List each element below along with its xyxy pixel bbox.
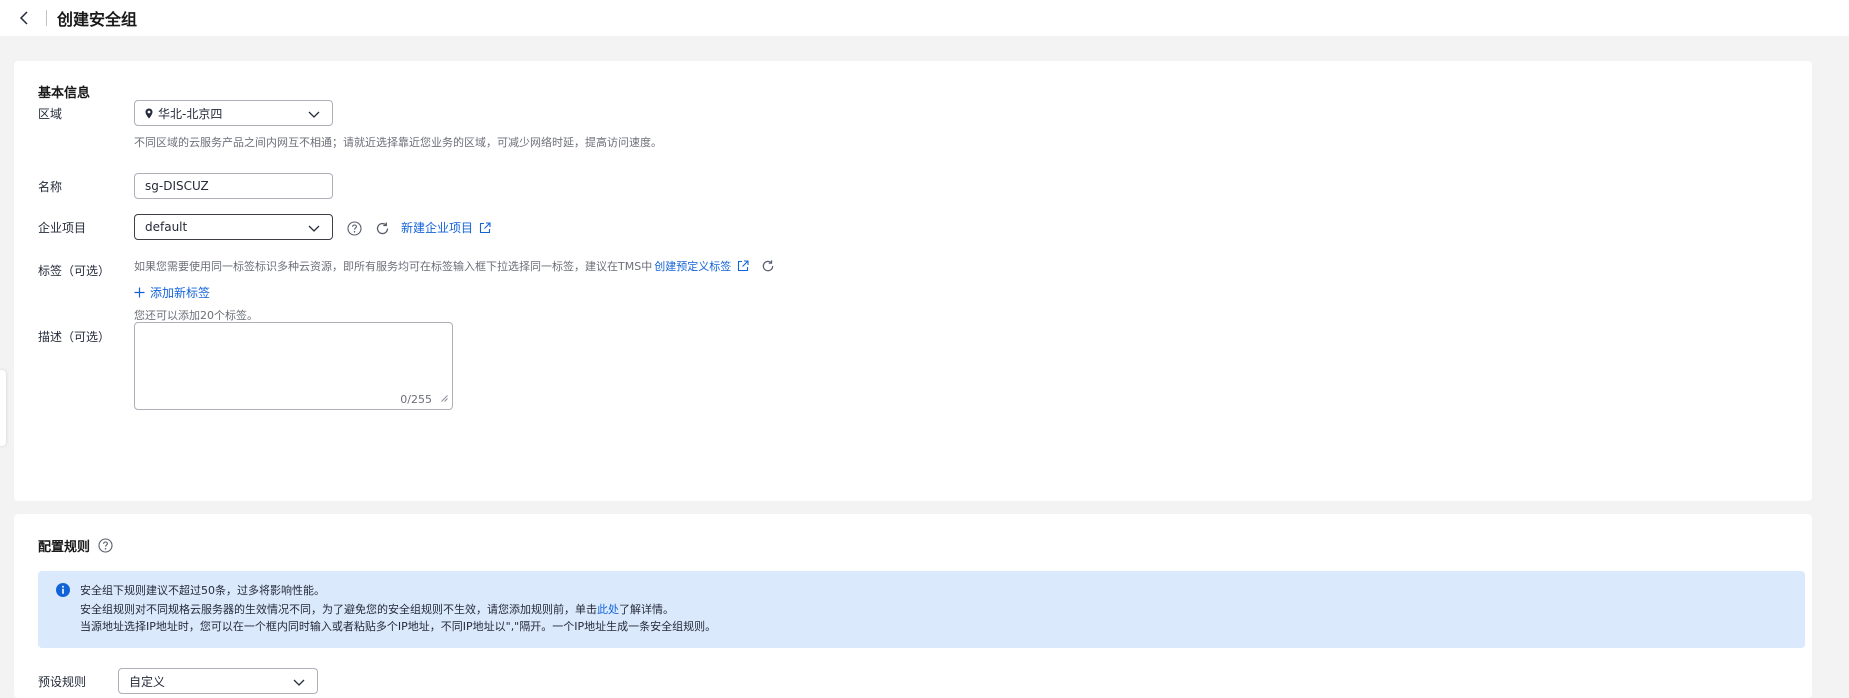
tags-hint: 如果您需要使用同一标签标识多种云资源，即所有服务均可在标签输入框下拉选择同一标签… [134,260,653,273]
name-input[interactable]: sg-DISCUZ [134,173,333,199]
basic-info-card: 基本信息 区域 华北-北京四 不同区域的云服务产品之间内网互不相通；请就近选择靠… [14,61,1812,501]
refresh-icon[interactable] [761,259,775,273]
create-tag-link[interactable]: 创建预定义标签 [654,258,731,274]
preset-value: 自定义 [129,674,166,689]
region-hint: 不同区域的云服务产品之间内网互不相通；请就近选择靠近您业务的区域，可减少网络时延… [134,136,662,149]
resize-handle-icon[interactable] [441,391,448,405]
rules-card: 配置规则 安全组下规则建议不超过50条，过多将影响性能。 安全组规则对不同规格云… [14,514,1812,698]
refresh-icon[interactable] [374,220,390,236]
section-title-rules: 配置规则 [38,540,91,555]
notice-details-link[interactable]: 此处 [597,603,619,616]
notice-line-2: 安全组规则对不同规格云服务器的生效情况不同，为了避免您的安全组规则不生效，请您添… [80,601,674,617]
description-textarea[interactable]: 0/255 [134,322,453,410]
tags-label: 标签（可选） [38,264,111,278]
section-title-basic: 基本信息 [38,86,91,101]
region-value: 华北-北京四 [158,106,223,121]
external-link-icon[interactable] [737,260,749,272]
notice-line-2-post: 了解详情。 [619,603,674,616]
section-title-rules-row: 配置规则 [38,536,113,555]
region-select[interactable]: 华北-北京四 [134,100,333,126]
location-pin-icon [145,108,153,119]
name-label: 名称 [38,180,63,194]
project-value: default [145,220,188,234]
region-label: 区域 [38,107,63,121]
add-tag-label: 添加新标签 [150,286,211,300]
help-icon[interactable] [346,220,362,236]
tags-hint-row: 如果您需要使用同一标签标识多种云资源，即所有服务均可在标签输入框下拉选择同一标签… [134,258,775,274]
description-counter: 0/255 [400,393,432,406]
preset-select[interactable]: 自定义 [118,668,318,694]
rules-notice: 安全组下规则建议不超过50条，过多将影响性能。 安全组规则对不同规格云服务器的生… [38,571,1805,648]
notice-line-2-pre: 安全组规则对不同规格云服务器的生效情况不同，为了避免您的安全组规则不生效，请您添… [80,603,597,616]
new-project-link[interactable]: 新建企业项目 [401,219,491,236]
chevron-down-icon [308,108,320,122]
project-label: 企业项目 [38,221,87,235]
side-collapse-handle[interactable] [0,370,6,446]
page-title: 创建安全组 [57,10,138,29]
chevron-down-icon [308,222,320,236]
notice-line-1: 安全组下规则建议不超过50条，过多将影响性能。 [80,584,325,597]
new-project-link-text: 新建企业项目 [401,221,474,235]
preset-label: 预设规则 [38,675,87,689]
tags-remaining: 您还可以添加20个标签。 [134,309,258,322]
description-label: 描述（可选） [38,330,111,344]
chevron-down-icon [293,676,305,690]
help-icon[interactable] [98,538,113,553]
notice-line-3: 当源地址选择IP地址时，您可以在一个框内同时输入或者粘贴多个IP地址，不同IP地… [80,620,717,633]
info-icon [56,583,70,600]
project-select[interactable]: default [134,214,333,240]
add-tag-button[interactable]: 添加新标签 [134,284,210,301]
plus-icon [134,287,145,298]
back-icon[interactable] [14,8,34,28]
page-header: 创建安全组 [0,0,1849,36]
title-divider [46,10,47,26]
external-link-icon [479,221,491,234]
